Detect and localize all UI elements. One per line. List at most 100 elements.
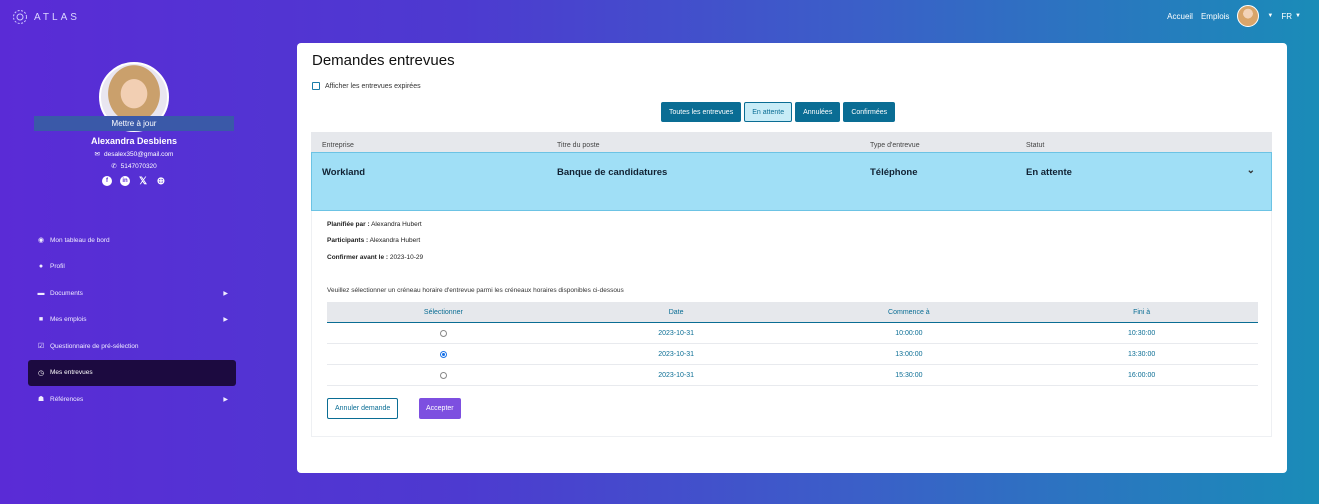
table-row: 2023-10-31 10:00:00 10:30:00 <box>327 323 1258 344</box>
time-slots-table: Sélectionner Date Commence à Fini à 2023… <box>327 302 1258 386</box>
user-icon: ● <box>38 263 44 271</box>
row-company: Workland <box>322 167 366 178</box>
sidebar-item-documents[interactable]: ▬ Documents ▶ <box>28 280 236 307</box>
column-start: Commence à <box>888 309 930 316</box>
sidebar-item-interviews[interactable]: ◷ Mes entrevues <box>28 359 236 386</box>
slot-start: 10:00:00 <box>895 330 923 337</box>
sidebar-item-profile[interactable]: ● Profil <box>28 254 236 281</box>
column-job-title: Titre du poste <box>557 142 600 149</box>
slots-header: Sélectionner Date Commence à Fini à <box>327 302 1258 323</box>
row-job-title: Banque de candidatures <box>557 167 668 178</box>
dashboard-icon: ◉ <box>37 237 45 245</box>
show-expired-checkbox[interactable] <box>312 82 320 90</box>
sidebar-menu: ◉ Mon tableau de bord ● Profil ▬ Documen… <box>28 227 236 413</box>
chevron-right-icon: ▶ <box>223 317 228 324</box>
sidebar-item-questionnaire[interactable]: ☑ Questionnaire de pré-sélection <box>28 333 236 360</box>
chevron-right-icon: ▶ <box>223 290 228 297</box>
filter-all-button[interactable]: Toutes les entrevues <box>661 102 742 122</box>
profile-email: desalex350@gmail.com <box>103 150 174 158</box>
slot-select-cell <box>327 323 560 343</box>
sidebar-item-label: Documents <box>50 289 83 297</box>
sidebar-item-label: Questionnaire de pré-sélection <box>50 342 139 350</box>
slot-start: 13:00:00 <box>895 351 923 358</box>
language-label: FR <box>1281 11 1293 21</box>
app-logo[interactable]: ATLAS <box>12 9 80 25</box>
confirm-before-value: 2023-10-29 <box>389 254 424 261</box>
column-end: Fini à <box>1133 309 1151 316</box>
column-select: Sélectionner <box>423 309 463 316</box>
status-filter-group: Toutes les entrevues En attente Annulées… <box>661 102 896 122</box>
table-row[interactable]: Workland Banque de candidatures Téléphon… <box>311 152 1272 211</box>
confirm-before-row: Confirmer avant le : 2023-10-29 <box>327 254 423 261</box>
sidebar-item-dashboard[interactable]: ◉ Mon tableau de bord <box>28 227 236 254</box>
slot-end: 13:30:00 <box>1128 351 1156 358</box>
profile-email-row: ✉ desalex350@gmail.com <box>32 150 236 159</box>
atlas-logo-icon <box>13 10 27 24</box>
column-date: Date <box>668 309 684 316</box>
participants-label: Participants : <box>327 237 369 244</box>
mail-icon: ✉ <box>94 151 100 158</box>
slot-instructions: Veuillez sélectionner un créneau horaire… <box>327 287 624 294</box>
table-row: 2023-10-31 15:30:00 16:00:00 <box>327 365 1258 386</box>
slot-select-cell <box>327 344 560 364</box>
top-navigation: Accueil Emplois ▼ FR ▼ <box>1167 5 1301 27</box>
planned-by-row: Planifiée par : Alexandra Hubert <box>327 221 422 228</box>
user-avatar[interactable] <box>1237 5 1260 27</box>
slot-select-cell <box>327 365 560 385</box>
slot-radio[interactable] <box>439 371 447 379</box>
logo-text: ATLAS <box>34 11 80 23</box>
slot-date: 2023-10-31 <box>658 330 695 337</box>
planned-by-value: Alexandra Hubert <box>371 221 422 228</box>
social-links: f in 𝕏 ⊕ <box>32 176 236 187</box>
facebook-icon[interactable]: f <box>102 176 112 186</box>
update-photo-button[interactable]: Mettre à jour <box>34 116 234 131</box>
users-icon: ☗ <box>37 396 45 404</box>
slot-end: 10:30:00 <box>1128 330 1156 337</box>
sidebar-item-references[interactable]: ☗ Références ▶ <box>28 386 236 413</box>
row-interview-type: Téléphone <box>870 167 918 178</box>
profile-panel: Mettre à jour Alexandra Desbiens ✉ desal… <box>32 62 236 187</box>
cancel-request-button[interactable]: Annuler demande <box>327 398 399 419</box>
chevron-right-icon: ▶ <box>223 396 228 403</box>
show-expired-label: Afficher les entrevues expirées <box>325 82 421 90</box>
filter-cancelled-button[interactable]: Annulées <box>795 102 841 122</box>
profile-name: Alexandra Desbiens <box>90 136 178 146</box>
slot-start: 15:30:00 <box>895 372 923 379</box>
sidebar-item-label: Profil <box>50 263 65 271</box>
chevron-down-icon[interactable]: ⌄ <box>1247 165 1255 176</box>
planned-by-label: Planifiée par : <box>327 221 370 228</box>
interview-requests-card: Demandes entrevues Afficher les entrevue… <box>297 43 1287 473</box>
slot-date: 2023-10-31 <box>658 372 695 379</box>
slot-date: 2023-10-31 <box>658 351 695 358</box>
slot-radio[interactable] <box>439 350 447 358</box>
interviews-table-header: Entreprise Titre du poste Type d'entrevu… <box>311 132 1272 152</box>
page-title: Demandes entrevues <box>312 52 455 69</box>
x-twitter-icon[interactable]: 𝕏 <box>138 176 148 187</box>
show-expired-toggle[interactable]: Afficher les entrevues expirées <box>312 82 421 90</box>
chevron-down-icon: ▼ <box>1295 13 1301 19</box>
profile-phone-row: ✆ 5147070320 <box>32 162 236 171</box>
sidebar-item-my-jobs[interactable]: ■ Mes emplois ▶ <box>28 307 236 334</box>
slot-radio[interactable] <box>439 329 447 337</box>
column-interview-type: Type d'entrevue <box>870 142 920 149</box>
globe-icon[interactable]: ⊕ <box>156 176 166 187</box>
linkedin-icon[interactable]: in <box>120 176 130 186</box>
participants-row: Participants : Alexandra Hubert <box>327 237 420 244</box>
folder-icon: ▬ <box>37 289 45 297</box>
filter-confirmed-button[interactable]: Confirmées <box>843 102 896 122</box>
clock-icon: ◷ <box>37 369 45 377</box>
interview-detail-panel: Planifiée par : Alexandra Hubert Partici… <box>311 211 1272 437</box>
row-status: En attente <box>1026 167 1072 178</box>
chevron-down-icon[interactable]: ▼ <box>1267 13 1273 19</box>
filter-pending-button[interactable]: En attente <box>744 102 793 122</box>
table-row: 2023-10-31 13:00:00 13:30:00 <box>327 344 1258 365</box>
nav-jobs-link[interactable]: Emplois <box>1201 12 1229 21</box>
nav-home-link[interactable]: Accueil <box>1167 12 1193 21</box>
phone-icon: ✆ <box>111 163 117 170</box>
accept-button[interactable]: Accepter <box>419 398 461 419</box>
participants-value: Alexandra Hubert <box>369 237 421 244</box>
briefcase-icon: ■ <box>38 316 44 324</box>
column-company: Entreprise <box>322 142 354 149</box>
language-selector[interactable]: FR ▼ <box>1281 12 1301 21</box>
profile-phone: 5147070320 <box>120 162 157 170</box>
